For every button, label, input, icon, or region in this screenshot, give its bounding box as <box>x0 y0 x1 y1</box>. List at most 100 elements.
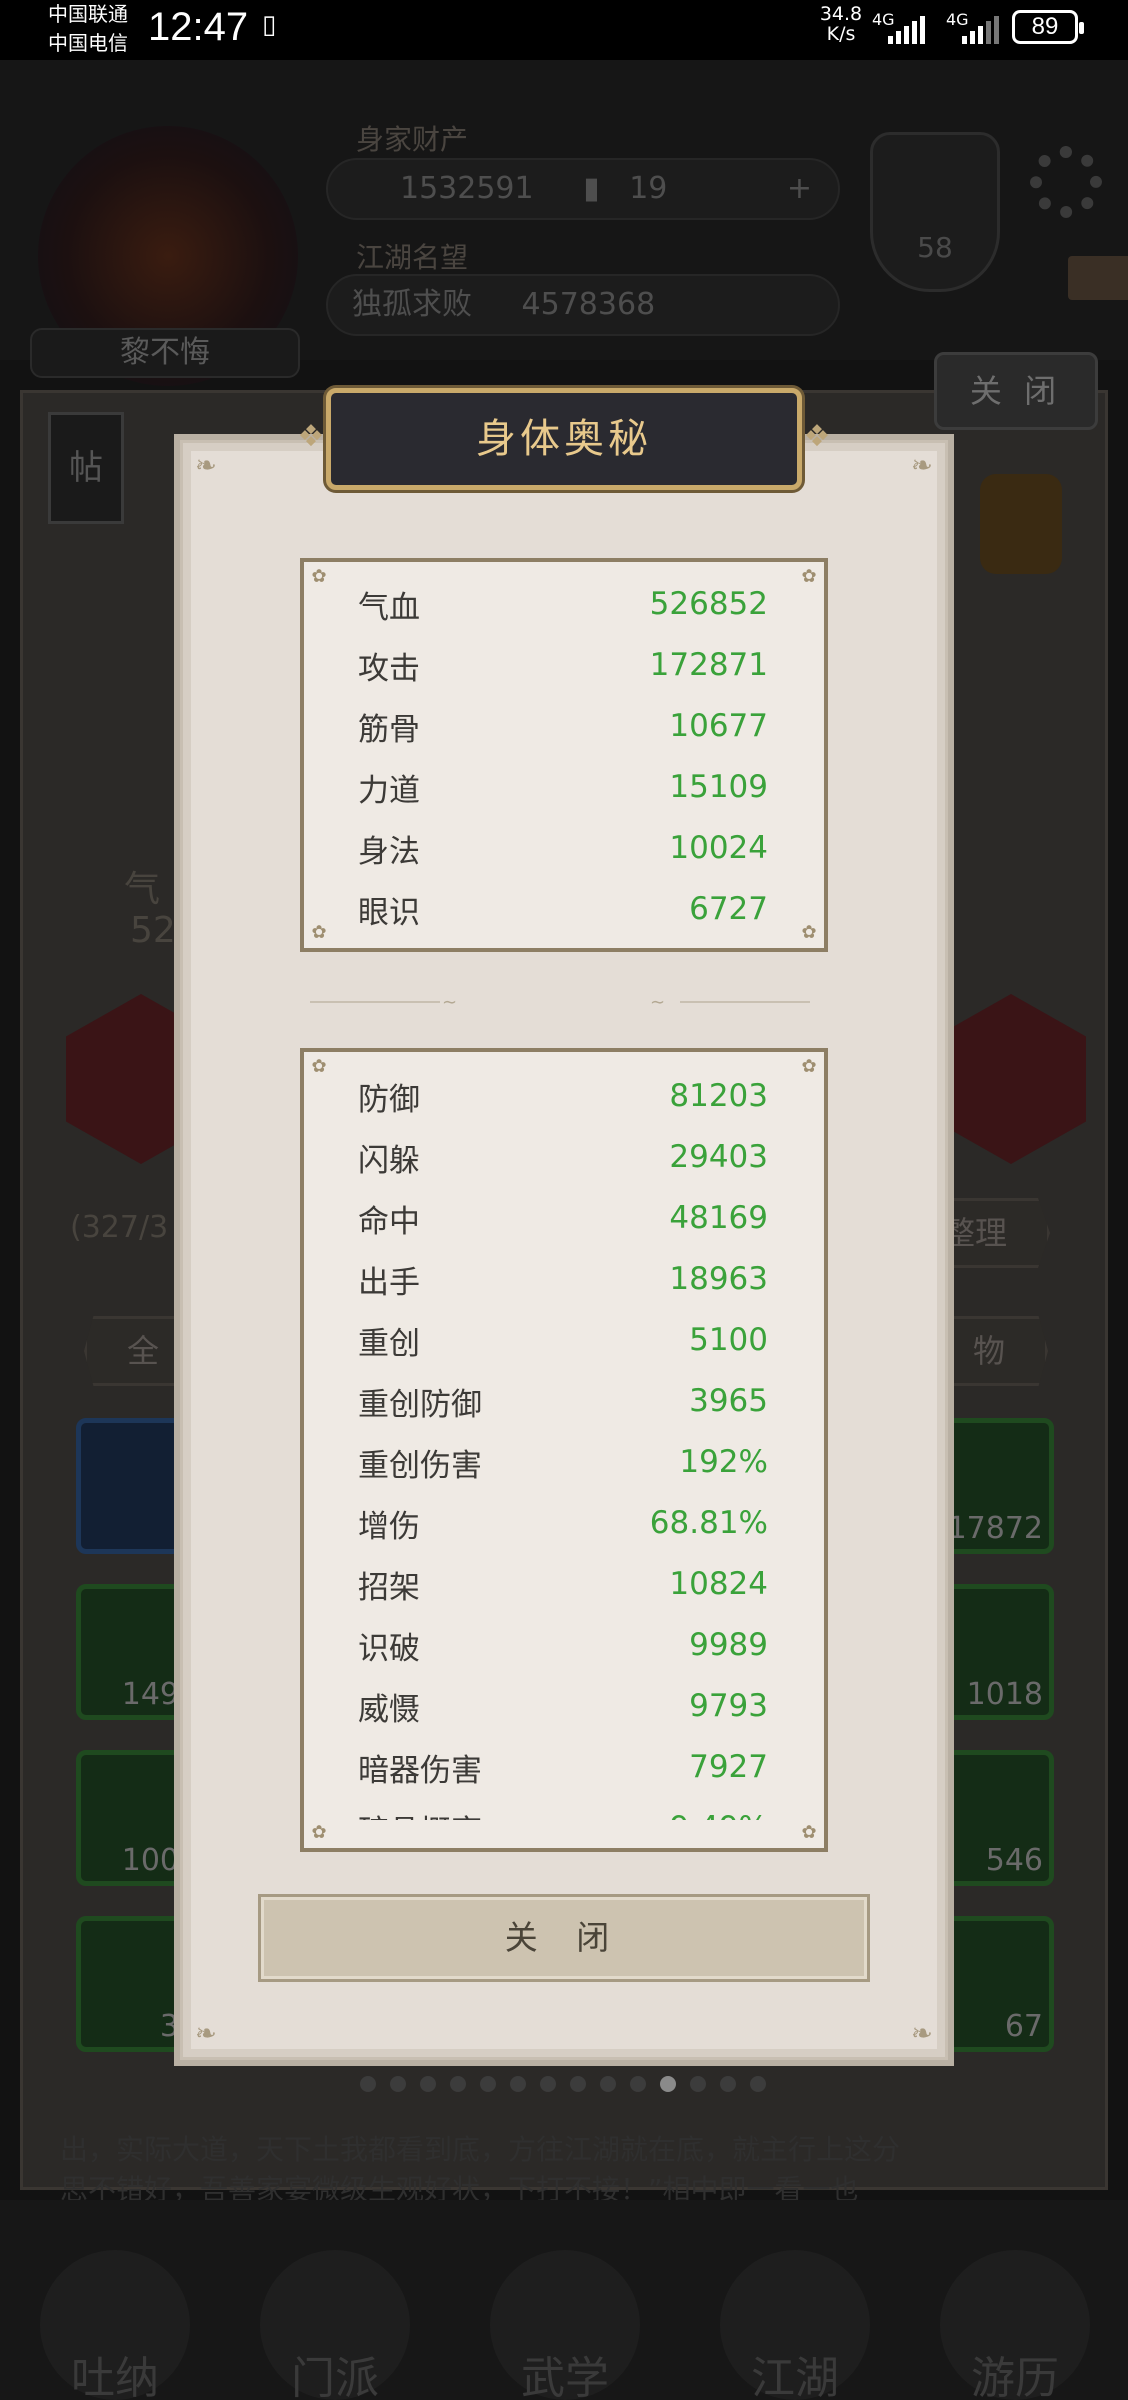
stat-value: 10677 <box>669 708 768 744</box>
net-speed: 34.8 K/s <box>818 4 864 44</box>
panel-ornament: ✿ <box>801 566 817 587</box>
settings-gear-icon[interactable] <box>1030 146 1102 218</box>
stat-row-intimidation: 威慑 9793 <box>358 1686 768 1728</box>
stat-value: 81203 <box>669 1078 768 1114</box>
stat-name: 力道 <box>358 772 420 809</box>
stat-row-defense: 防御 81203 <box>358 1076 768 1118</box>
stat-name: 碎骨概率 <box>358 1806 482 1821</box>
page-indicator <box>360 2076 766 2092</box>
page-dot <box>540 2076 556 2092</box>
stat-value: 9793 <box>689 1688 768 1724</box>
add-currency-button[interactable]: + <box>787 160 812 218</box>
hp-label-partial: 气 <box>124 869 161 910</box>
lantern-icon[interactable] <box>980 474 1062 574</box>
stat-name: 识破 <box>358 1630 420 1667</box>
dialog-title: 身体奥秘 <box>476 416 652 462</box>
bag-count-partial: (327/3 <box>70 1210 169 1245</box>
stat-value: 48169 <box>669 1200 768 1236</box>
inventory-item[interactable]: 100 <box>76 1750 190 1886</box>
title-ornament-right: ❖ <box>803 419 831 454</box>
inventory-item[interactable] <box>76 1418 190 1554</box>
player-header: 黎不悔 身家财产 1532591 ▮ 19 + 江湖名望 独孤求败 457836… <box>0 60 1128 386</box>
inventory-item[interactable]: 17872 <box>940 1418 1054 1554</box>
stat-value: 68.81% <box>649 1505 768 1541</box>
stat-row-hp: 气血 526852 <box>358 584 768 626</box>
stat-row-damage-boost: 增伤 68.81% <box>358 1503 768 1545</box>
stat-row-critical-damage: 重创伤害 192% <box>358 1442 768 1484</box>
close-button[interactable]: 关 闭 <box>258 1894 870 1982</box>
stat-name: 重创 <box>358 1325 420 1362</box>
nav-jianghu[interactable]: 江湖 <box>720 2250 870 2400</box>
inventory-item[interactable]: 546 <box>940 1750 1054 1886</box>
advanced-stats-scroll-area[interactable]: 防御 81203 闪躲 29403 命中 48169 出手 18963 重创 5… <box>304 1052 824 1820</box>
mail-icon[interactable] <box>1068 256 1128 300</box>
stat-value: 5100 <box>689 1322 768 1358</box>
panel-ornament: ✿ <box>801 922 817 943</box>
gold-value: 1532591 <box>400 171 534 206</box>
inventory-item[interactable]: 1018 <box>940 1584 1054 1720</box>
screen: 中国联通 中国电信 12:47 ▯ 34.8 K/s 4G 4G 89 黎不悔 … <box>0 0 1128 2400</box>
stat-value: 15109 <box>669 769 768 805</box>
net-speed-value: 34.8 <box>819 3 863 25</box>
stat-row-parry: 招架 10824 <box>358 1564 768 1606</box>
inventory-item[interactable]: 149 <box>76 1584 190 1720</box>
stat-name: 出手 <box>358 1264 420 1301</box>
page-dot <box>750 2076 766 2092</box>
nav-tuna[interactable]: 吐纳 <box>40 2250 190 2400</box>
stat-row-strength: 力道 15109 <box>358 767 768 809</box>
page-dot <box>600 2076 616 2092</box>
wealth-box: 1532591 ▮ 19 + <box>326 158 840 220</box>
stat-value: 9.49% <box>670 1810 768 1820</box>
stat-name: 暗器伤害 <box>358 1752 482 1789</box>
stat-name: 防御 <box>358 1081 420 1118</box>
stat-name: 身法 <box>358 833 420 870</box>
page-dot <box>570 2076 586 2092</box>
corner-ornament: ❧ <box>911 2019 933 2049</box>
nav-martial-arts[interactable]: 武学 <box>490 2250 640 2400</box>
post-button[interactable]: 帖 <box>48 412 124 524</box>
stat-name: 眼识 <box>358 894 420 931</box>
inventory-item[interactable]: 67 <box>940 1916 1054 2052</box>
stat-value: 3965 <box>689 1383 768 1419</box>
page-dot <box>510 2076 526 2092</box>
carrier-info: 中国联通 中国电信 <box>48 0 128 58</box>
ticket-value: 19 <box>629 171 668 206</box>
stat-name: 重创防御 <box>358 1386 482 1423</box>
scroll-line-1: 出，实际大道，天下土我都看到底，方往江湖就在底，就主行上这分 <box>60 2133 901 2166</box>
stat-row-attack: 攻击 172871 <box>358 645 768 687</box>
status-bar: 中国联通 中国电信 12:47 ▯ 34.8 K/s 4G 4G 89 <box>0 0 1128 60</box>
stat-row-hidden-weapon-damage: 暗器伤害 7927 <box>358 1747 768 1789</box>
net-speed-unit: K/s <box>826 23 856 45</box>
wealth-label: 身家财产 <box>356 123 469 156</box>
stat-value: 10824 <box>669 1566 768 1602</box>
panel-ornament: ✿ <box>311 566 327 587</box>
stat-name: 威慑 <box>358 1691 420 1728</box>
bottom-nav: 吐纳 门派 武学 江湖 游历 <box>0 2200 1128 2400</box>
stat-row-critical: 重创 5100 <box>358 1320 768 1362</box>
stat-value: 29403 <box>669 1139 768 1175</box>
background-close-button[interactable]: 关 闭 <box>934 352 1098 430</box>
basic-stats-panel: ✿ ✿ ✿ ✿ 气血 526852 攻击 172871 筋骨 10677 力道 … <box>300 558 828 952</box>
reputation-label: 江湖名望 <box>356 241 469 274</box>
stat-row-accuracy: 命中 48169 <box>358 1198 768 1240</box>
corner-ornament: ❧ <box>195 2019 217 2049</box>
page-dot <box>720 2076 736 2092</box>
nav-travel[interactable]: 游历 <box>940 2250 1090 2400</box>
stat-name: 闪躲 <box>358 1142 420 1179</box>
corner-ornament: ❧ <box>195 451 217 481</box>
advanced-stats-panel[interactable]: ✿ ✿ 防御 81203 闪躲 29403 命中 48169 出手 18963 … <box>300 1048 828 1852</box>
stat-value: 10024 <box>669 830 768 866</box>
section-divider: ∼ ∼ <box>310 992 810 1013</box>
stat-value: 192% <box>679 1444 768 1480</box>
stat-name: 重创伤害 <box>358 1447 482 1484</box>
dialog-title-plate: 身体奥秘 <box>326 388 802 490</box>
taiji-level-badge[interactable]: 58 <box>870 132 1000 292</box>
nav-sect[interactable]: 门派 <box>260 2250 410 2400</box>
stat-name: 气血 <box>358 589 420 626</box>
stat-row-speed: 出手 18963 <box>358 1259 768 1301</box>
panel-ornament: ✿ <box>311 922 327 943</box>
stat-value: 172871 <box>649 647 768 683</box>
stat-row-dodge: 闪躲 29403 <box>358 1137 768 1179</box>
page-dot <box>660 2076 676 2092</box>
inventory-item[interactable]: 3 <box>76 1916 190 2052</box>
